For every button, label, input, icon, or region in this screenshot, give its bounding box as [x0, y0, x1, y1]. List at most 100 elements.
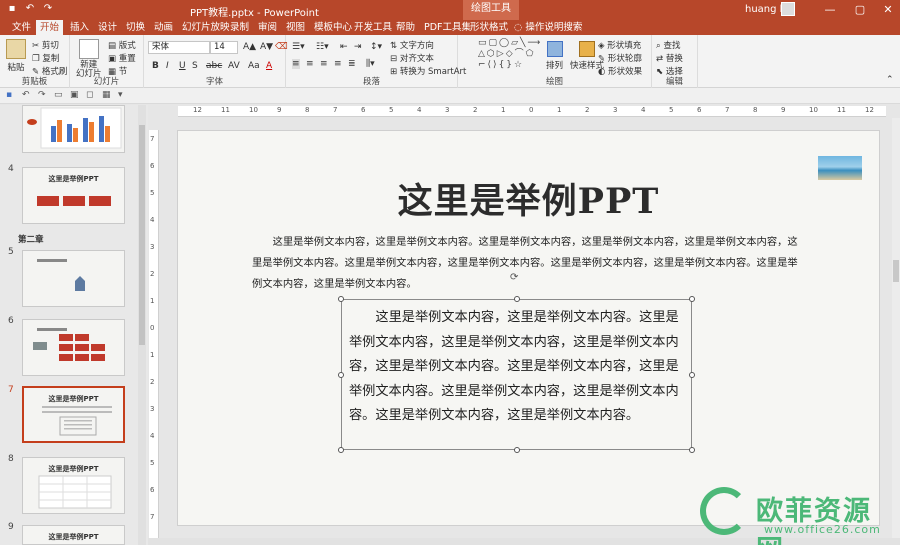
shadow-button[interactable]: abc: [206, 61, 222, 71]
decrease-indent-icon[interactable]: ⇤: [340, 42, 348, 52]
align-right-icon[interactable]: ≡: [320, 59, 328, 69]
slide-thumbnail[interactable]: [22, 319, 125, 376]
close-button[interactable]: ✕: [880, 2, 896, 18]
resize-handle[interactable]: [338, 372, 344, 378]
tell-me-search[interactable]: ◌ 操作说明搜索: [510, 20, 586, 35]
shape-outline-button[interactable]: ✎ 形状轮廓: [598, 52, 642, 64]
resize-handle[interactable]: [689, 447, 695, 453]
collapse-ribbon-icon[interactable]: ⌃: [886, 75, 894, 85]
shape-fill-button[interactable]: ◈ 形状填充: [598, 39, 641, 51]
shape-outline-label: 形状轮廓: [607, 54, 642, 64]
slide-title[interactable]: 这里是举例PPT: [178, 173, 879, 224]
text-box-content[interactable]: 这里是举例文本内容，这里是举例文本内容。这里是举例文本内容，这里是举例文本内容，…: [349, 306, 679, 429]
replace-button[interactable]: ⇄ 替换: [656, 52, 683, 64]
ruler-tick: 9: [277, 106, 282, 114]
thumbnail-graphic: [42, 406, 112, 436]
numbering-icon[interactable]: ☷▾: [316, 42, 329, 52]
customize-qat-icon[interactable]: ▾: [118, 90, 129, 101]
slide-thumbnail[interactable]: 这里是举例PPT: [22, 525, 125, 545]
char-spacing-button[interactable]: AV: [228, 61, 240, 71]
group-label-clipboard: 剪贴板: [21, 77, 48, 87]
shrink-font-icon[interactable]: A▼: [260, 42, 273, 52]
save-icon[interactable]: ▪: [6, 90, 17, 101]
restore-button[interactable]: ▢: [852, 2, 868, 18]
italic-button[interactable]: I: [166, 61, 169, 71]
resize-handle[interactable]: [338, 447, 344, 453]
align-center-icon[interactable]: ≡: [306, 59, 314, 69]
copy-button[interactable]: ❐ 复制: [32, 52, 59, 64]
redo-icon[interactable]: ↷: [42, 3, 54, 15]
line-spacing-icon[interactable]: ↕▾: [370, 42, 382, 52]
layout-button[interactable]: ▤ 版式: [108, 39, 136, 51]
strikethrough-button[interactable]: S: [192, 61, 198, 71]
undo-icon[interactable]: ↶: [22, 90, 33, 101]
slide-thumbnail[interactable]: 这里是举例PPT: [22, 457, 125, 514]
resize-handle[interactable]: [689, 296, 695, 302]
arrange-button[interactable]: 排列: [546, 41, 563, 71]
bold-button[interactable]: B: [152, 61, 159, 71]
tab-shape-format[interactable]: 形状格式: [466, 20, 512, 35]
tab-record[interactable]: 录制: [226, 20, 253, 35]
slide-body-paragraph[interactable]: 这里是举例文本内容，这里是举例文本内容。这里是举例文本内容，这里是举例文本内容，…: [252, 232, 800, 295]
font-size-select[interactable]: 14: [210, 41, 238, 54]
tab-insert[interactable]: 插入: [66, 20, 93, 35]
thumbnail-scrollbar-thumb[interactable]: [139, 125, 145, 345]
distribute-icon[interactable]: ≣: [348, 59, 356, 69]
font-color-button[interactable]: A: [266, 61, 272, 71]
ruler-tick: 5: [389, 106, 394, 114]
thumbnail-scrollbar[interactable]: [138, 105, 146, 545]
minimize-button[interactable]: —: [822, 2, 838, 18]
bullets-icon[interactable]: ☰▾: [292, 42, 305, 52]
tab-file[interactable]: 文件: [8, 20, 35, 35]
grow-font-icon[interactable]: A▲: [243, 42, 256, 52]
shape-icon[interactable]: ◻: [86, 90, 97, 101]
slide-thumbnail[interactable]: [22, 250, 125, 307]
avatar[interactable]: [781, 2, 795, 16]
change-case-button[interactable]: Aa: [248, 61, 260, 71]
increase-indent-icon[interactable]: ⇥: [354, 42, 362, 52]
tab-view[interactable]: 视图: [282, 20, 309, 35]
align-left-icon[interactable]: ≡: [292, 59, 300, 69]
font-name-select[interactable]: 宋体: [148, 41, 210, 54]
save-icon[interactable]: ▪: [6, 3, 18, 15]
editor-scrollbar[interactable]: [892, 118, 900, 538]
tab-transitions[interactable]: 切换: [122, 20, 149, 35]
screenshot-icon[interactable]: ▣: [70, 90, 81, 101]
new-slide-button[interactable]: 新建 幻灯片: [76, 39, 102, 79]
tab-home[interactable]: 开始: [36, 20, 64, 35]
tab-animations[interactable]: 动画: [150, 20, 177, 35]
shapes-gallery[interactable]: ▭▢◯▱╲⟶ △⬡▷◇⌒⬠ ⌐⟨⟩{}☆: [478, 38, 540, 72]
slide-thumbnail-selected[interactable]: 这里是举例PPT: [22, 386, 125, 443]
redo-icon[interactable]: ↷: [38, 90, 49, 101]
slide-thumbnail[interactable]: 这里是举例PPT: [22, 167, 125, 224]
columns-icon[interactable]: ⫼▾: [366, 59, 375, 69]
editor-scrollbar-thumb[interactable]: [893, 260, 899, 282]
tab-review[interactable]: 审阅: [254, 20, 281, 35]
tab-design[interactable]: 设计: [94, 20, 121, 35]
cut-button[interactable]: ✂ 剪切: [32, 39, 59, 51]
underline-button[interactable]: U: [179, 61, 186, 71]
slide-canvas[interactable]: 这里是举例PPT 这里是举例文本内容，这里是举例文本内容。这里是举例文本内容，这…: [178, 131, 879, 525]
ruler-tick: 4: [150, 432, 155, 440]
undo-icon[interactable]: ↶: [24, 3, 36, 15]
resize-handle[interactable]: [514, 296, 520, 302]
start-slideshow-icon[interactable]: ▭: [54, 90, 65, 101]
resize-handle[interactable]: [689, 372, 695, 378]
find-button[interactable]: ⌕ 查找: [656, 39, 680, 51]
rotate-handle-icon[interactable]: ⟳: [510, 273, 520, 283]
slide-thumbnail[interactable]: [22, 105, 125, 153]
section-header[interactable]: 第二章: [18, 233, 44, 245]
text-direction-button[interactable]: ⇅ 文字方向: [390, 39, 434, 51]
align-text-button[interactable]: ⊟ 对齐文本: [390, 52, 434, 64]
quick-access-toolbar: ▪ ↶ ↷ ▭ ▣ ◻ ▦ ▾: [0, 88, 900, 104]
reset-button[interactable]: ▣ 重置: [108, 52, 136, 64]
tell-me-label: 操作说明搜索: [525, 22, 583, 33]
resize-handle[interactable]: [338, 296, 344, 302]
resize-handle[interactable]: [514, 447, 520, 453]
justify-icon[interactable]: ≡: [334, 59, 342, 69]
tab-help[interactable]: 帮助: [392, 20, 419, 35]
paste-button[interactable]: 粘贴: [6, 39, 26, 73]
tab-developer[interactable]: 开发工具: [350, 20, 396, 35]
table-icon[interactable]: ▦: [102, 90, 113, 101]
selected-text-box[interactable]: 这里是举例文本内容，这里是举例文本内容。这里是举例文本内容，这里是举例文本内容，…: [341, 299, 692, 450]
